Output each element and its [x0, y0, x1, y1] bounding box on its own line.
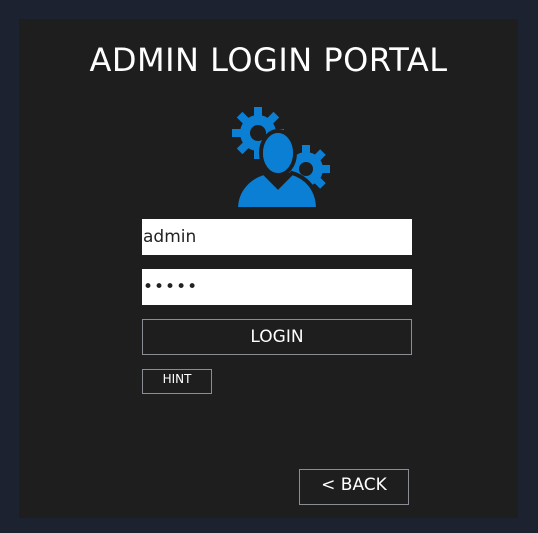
- hint-button[interactable]: HINT: [142, 369, 212, 394]
- back-button[interactable]: < BACK: [299, 469, 409, 505]
- login-button[interactable]: LOGIN: [142, 319, 412, 355]
- login-panel: ADMIN LOGIN PORTAL admin ••••• LOGIN HIN…: [19, 19, 518, 518]
- admin-gear-user-icon: [232, 107, 332, 211]
- password-input[interactable]: [142, 269, 412, 305]
- username-input[interactable]: [142, 219, 412, 255]
- page-title: ADMIN LOGIN PORTAL: [89, 41, 448, 79]
